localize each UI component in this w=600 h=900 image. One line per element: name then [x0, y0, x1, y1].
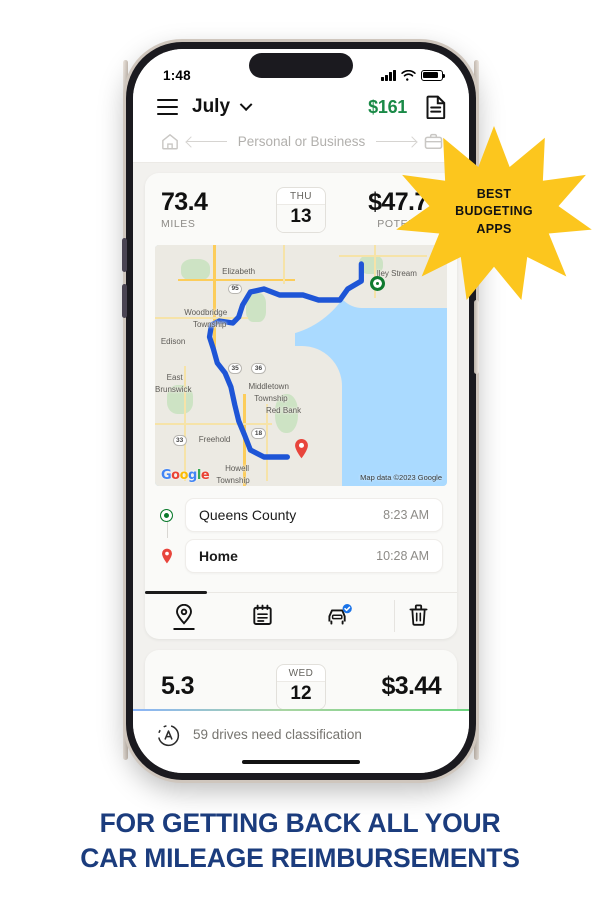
battery-icon — [421, 69, 446, 81]
notepad-icon — [252, 604, 272, 625]
next-trip-date-chip: WED 12 — [276, 664, 326, 710]
date-day-of-week: THU — [289, 191, 313, 202]
badge-line-3: APPS — [476, 221, 512, 236]
map-label: Township — [192, 319, 227, 329]
month-total-amount: $161 — [368, 96, 407, 117]
map-highway-shield: 36 — [251, 363, 266, 374]
hamburger-menu-icon[interactable] — [157, 98, 178, 116]
map-highway-shield: 33 — [172, 435, 187, 446]
action-delete-button[interactable] — [379, 604, 457, 626]
home-indicator[interactable] — [242, 759, 360, 764]
wifi-icon — [401, 69, 416, 81]
status-time: 1:48 — [163, 67, 191, 83]
next-miles-stat: 5.3 — [161, 674, 276, 700]
google-logo: Google — [161, 468, 210, 483]
miles-label: MILES — [161, 218, 196, 231]
stop-pill[interactable]: Queens County 8:23 AM — [185, 498, 443, 532]
trip-action-bar — [145, 591, 457, 639]
map-label: Township — [216, 476, 250, 486]
stop-pill[interactable]: Home 10:28 AM — [185, 539, 443, 573]
map-highway-shield: 18 — [251, 428, 266, 439]
next-date-day-number: 12 — [277, 681, 325, 709]
stop-name: Home — [199, 548, 238, 564]
chevron-down-icon[interactable] — [239, 97, 253, 111]
start-dot-icon — [159, 508, 174, 522]
classification-banner[interactable]: 59 drives need classification — [133, 711, 469, 773]
map-label: Freehold — [198, 435, 231, 445]
active-tab-indicator — [145, 591, 207, 594]
map-highway-shield: 35 — [228, 363, 243, 374]
cellular-bars-icon — [381, 69, 396, 81]
promo-caption: FOR GETTING BACK ALL YOUR CAR MILEAGE RE… — [0, 806, 600, 876]
map-start-marker-icon — [369, 276, 385, 292]
trip-date-chip: THU 13 — [276, 187, 326, 233]
map-label: Elizabeth — [222, 266, 256, 276]
action-location-button[interactable] — [145, 604, 223, 626]
auto-classify-icon — [157, 724, 180, 747]
volume-up-button[interactable] — [122, 238, 127, 272]
next-miles-value: 5.3 — [161, 672, 195, 701]
document-report-icon[interactable] — [426, 95, 447, 119]
map-label: Red Bank — [265, 406, 302, 416]
action-notes-button[interactable] — [223, 604, 301, 626]
home-icon[interactable] — [161, 133, 179, 150]
best-budgeting-apps-badge: BEST BUDGETING APPS — [396, 124, 592, 300]
trip-stop-row[interactable]: Home 10:28 AM — [159, 539, 443, 573]
map-label: Howell — [225, 464, 250, 474]
map-label: Middletown — [248, 382, 289, 392]
stop-name: Queens County — [199, 507, 297, 523]
status-icons — [381, 69, 446, 81]
stop-time: 8:23 AM — [383, 508, 429, 522]
map-label: Brunswick — [155, 384, 192, 394]
location-pin-icon — [176, 604, 192, 625]
badge-line-2: BUDGETING — [455, 204, 533, 219]
arrow-left-icon — [187, 141, 227, 142]
map-label: East — [166, 372, 183, 382]
next-date-day-of-week: WED — [288, 668, 314, 679]
action-classify-button[interactable] — [301, 604, 379, 626]
car-verified-icon — [328, 604, 352, 625]
breadcrumb-label: Personal or Business — [237, 134, 366, 149]
trip-stops: Queens County 8:23 AM Home 10:28 AM — [145, 486, 457, 586]
end-pin-icon — [159, 548, 174, 564]
stop-time: 10:28 AM — [376, 549, 429, 563]
trip-stop-row[interactable]: Queens County 8:23 AM — [159, 498, 443, 532]
trash-icon — [409, 604, 427, 626]
miles-value: 73.4 — [161, 187, 208, 216]
date-day-number: 13 — [277, 204, 325, 232]
map-end-pin-icon — [294, 438, 308, 459]
dynamic-island — [249, 53, 353, 78]
volume-down-button[interactable] — [122, 284, 127, 318]
badge-line-1: BEST — [476, 187, 512, 202]
map-attribution: Map data ©2023 Google — [360, 473, 442, 482]
power-button[interactable] — [474, 300, 479, 374]
map-label: Woodbridge — [184, 307, 228, 317]
map-label: Edison — [160, 336, 186, 346]
map-highway-shield: 95 — [228, 283, 243, 295]
next-potential-stat: $3.44 — [326, 674, 441, 700]
caption-line-1: FOR GETTING BACK ALL YOUR — [99, 808, 501, 838]
map-label: Township — [254, 394, 288, 404]
classification-message: 59 drives need classification — [193, 727, 362, 742]
badge-text: BEST BUDGETING APPS — [396, 124, 592, 300]
caption-line-2: CAR MILEAGE REIMBURSEMENTS — [80, 842, 520, 873]
next-potential-value: $3.44 — [381, 672, 441, 701]
miles-stat: 73.4 MILES — [161, 187, 276, 231]
month-label[interactable]: July — [192, 96, 230, 118]
